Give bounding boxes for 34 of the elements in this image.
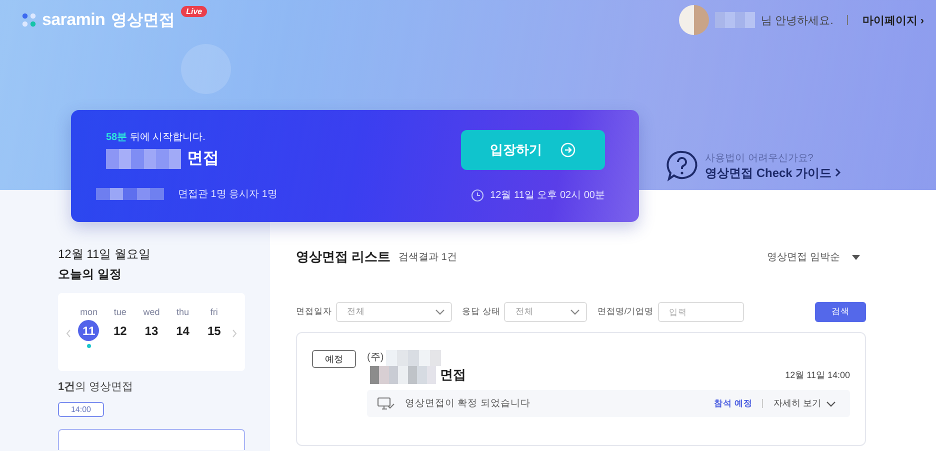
calendar-day[interactable]: wed 13 [138, 307, 165, 348]
filter-label: 면접명/기업명 [597, 306, 654, 318]
calendar-day[interactable]: tue 12 [106, 307, 134, 348]
attendance-status: 참석 예정 [714, 398, 752, 410]
list-title: 영상면접 리스트 [296, 248, 391, 266]
search-button[interactable]: 검색 [815, 302, 866, 322]
countdown-text: 58분 뒤에 시작합니다. [106, 131, 206, 144]
greeting-text: 님 안녕하세요. [761, 14, 834, 28]
interview-datetime: 12월 11일 14:00 [785, 368, 850, 382]
guide-link[interactable]: 사용법이 어려우신가요? 영상면접 Check 가이드 [665, 149, 842, 183]
interview-title: 면접 [187, 149, 219, 169]
result-count: 검색결과 1건 [398, 251, 458, 264]
search-field[interactable]: 입력 [658, 302, 744, 322]
filter-label: 응답 상태 [462, 306, 500, 318]
company-prefix: (주) [367, 351, 384, 364]
schedule-title: 오늘의 일정 [58, 266, 122, 283]
status-badge: 예정 [312, 350, 356, 368]
filter-label: 면접일자 [296, 306, 332, 318]
details-toggle[interactable]: 자세히 보기 [773, 397, 836, 410]
calendar-day[interactable]: fri 15 [200, 307, 228, 348]
sort-dropdown[interactable]: 영상면접 임박순 [761, 249, 866, 265]
interview-count: 1건의 영상면접 [58, 380, 134, 394]
time-chip[interactable]: 14:00 [58, 402, 104, 417]
logo-text: saramin [42, 10, 106, 30]
calendar-day[interactable]: thu 14 [169, 307, 196, 348]
interview-title: 면접 [440, 366, 466, 384]
calendar-day[interactable]: mon 11 [75, 307, 102, 348]
participants-text: 면접관 1명 응시자 1명 [178, 188, 278, 201]
status-message: 영상면접이 확정 되었습니다 [405, 397, 532, 410]
service-name: 영상면접 [111, 10, 176, 30]
today-date: 12월 11일 월요일 [58, 246, 152, 263]
mypage-link[interactable]: 마이페이지 › [862, 12, 924, 28]
interview-datetime: 12월 11일 오후 02시 00분 [490, 189, 605, 202]
live-badge: Live [181, 6, 208, 16]
